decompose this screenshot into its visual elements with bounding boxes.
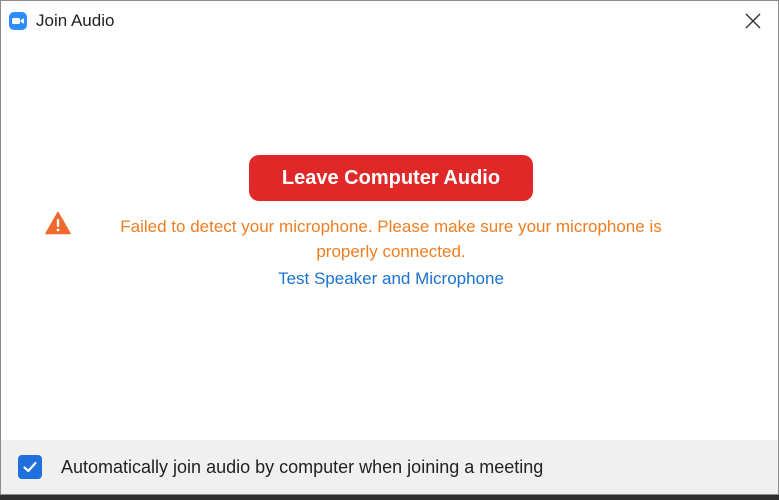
- background-strip: [0, 495, 779, 500]
- microphone-warning-text: Failed to detect your microphone. Please…: [120, 217, 662, 261]
- test-speaker-microphone-link[interactable]: Test Speaker and Microphone: [191, 269, 591, 289]
- footer-bar: Automatically join audio by computer whe…: [1, 440, 778, 494]
- close-icon: [745, 13, 761, 29]
- warning-triangle-icon: [45, 211, 71, 235]
- auto-join-audio-checkbox[interactable]: [18, 455, 42, 479]
- title-bar: Join Audio: [1, 1, 778, 41]
- auto-join-audio-label[interactable]: Automatically join audio by computer whe…: [61, 457, 543, 478]
- window-title: Join Audio: [36, 11, 115, 30]
- zoom-camera-icon: [9, 12, 27, 30]
- join-audio-dialog: Join Audio Leave Computer Audio Failed t…: [0, 0, 779, 495]
- close-button[interactable]: [738, 7, 768, 35]
- checkmark-icon: [23, 461, 37, 473]
- leave-computer-audio-button[interactable]: Leave Computer Audio: [249, 155, 533, 201]
